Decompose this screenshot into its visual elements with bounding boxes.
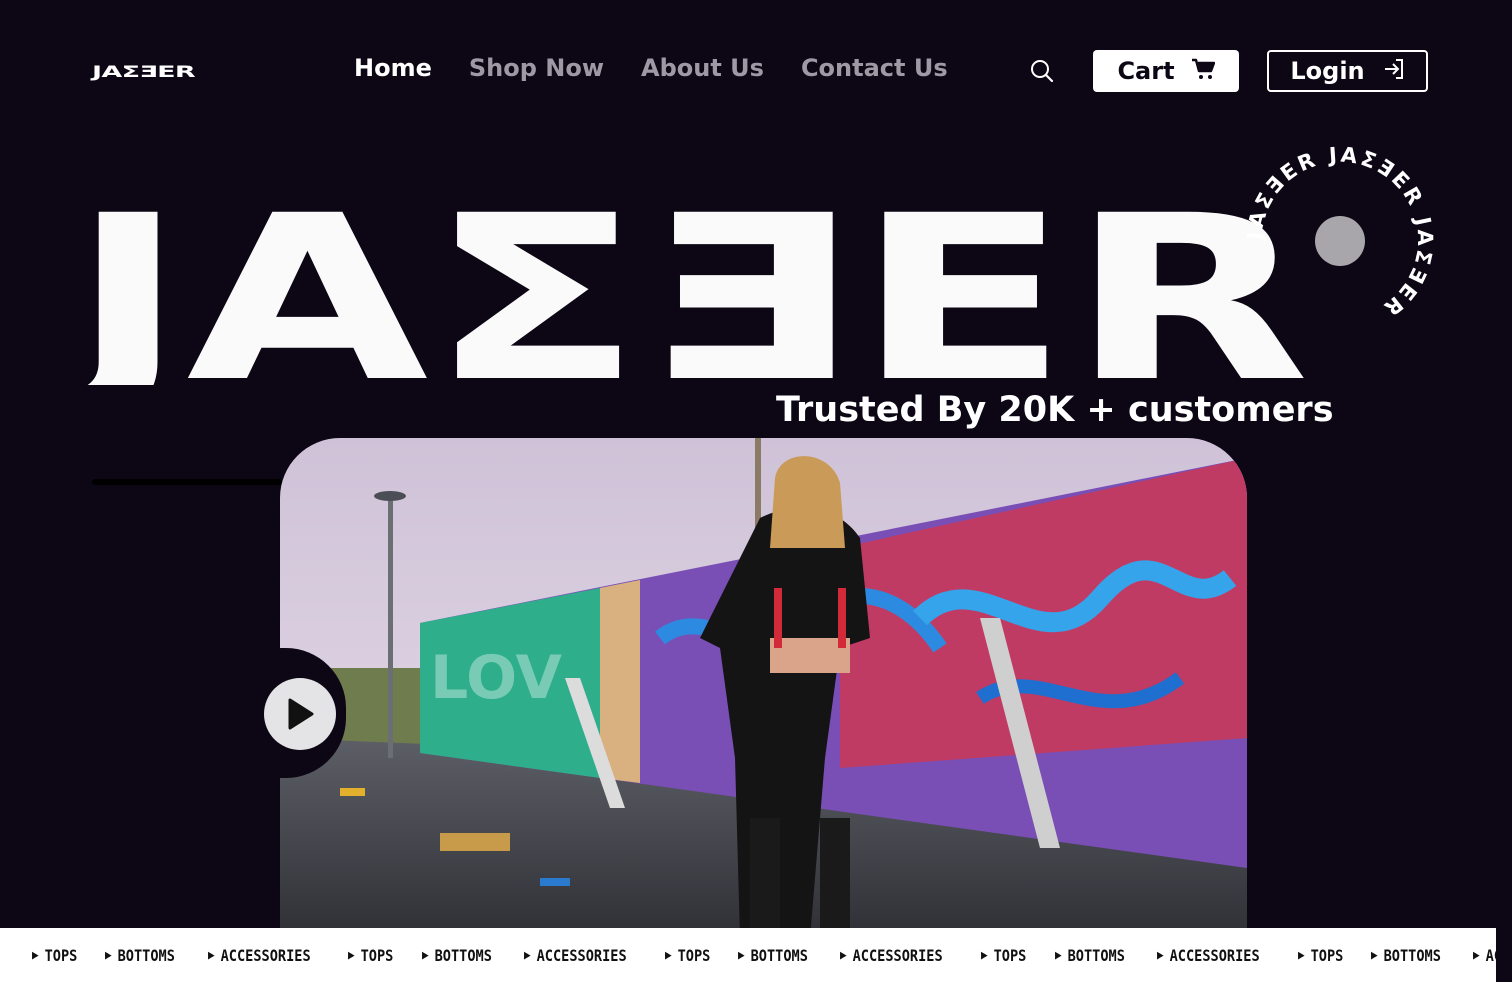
nav-contact-us-link[interactable]: Contact Us (801, 54, 948, 82)
brand-logo[interactable]: JAΣƎER (92, 62, 196, 81)
brand-badge: JAΣƎER JAΣƎER JAΣƎER (1245, 145, 1434, 322)
nav-about-us-link[interactable]: About Us (641, 54, 764, 82)
ticker-item-label: TOPS (993, 945, 1027, 965)
ticker-item-label: BOTTOMS (1383, 945, 1441, 965)
arrow-right-icon: ▶ (1371, 947, 1378, 963)
arrow-right-icon: ▶ (348, 947, 356, 963)
login-button[interactable]: Login (1267, 50, 1428, 92)
ticker-item[interactable]: ▶ TOPS (665, 946, 710, 965)
ticker-item[interactable]: ▶ ACCESSORIES (208, 946, 311, 965)
ticker-item-label: BOTTOMS (1067, 945, 1125, 965)
arrow-right-icon: ▶ (981, 947, 988, 963)
cart-button[interactable]: Cart (1093, 50, 1239, 92)
login-label: Login (1290, 57, 1365, 85)
arrow-right-icon: ▶ (32, 947, 39, 963)
ticker-item[interactable]: ▶ ACCESSORIES (1157, 946, 1260, 965)
play-icon (288, 698, 314, 730)
nav-shop-now-link[interactable]: Shop Now (469, 54, 604, 82)
arrow-right-icon: ▶ (1156, 947, 1164, 963)
ticker-item-label: BOTTOMS (434, 945, 492, 965)
hero-tagline: Trusted By 20K + customers (776, 390, 1334, 430)
ticker-item-label: ACCESSORIES (853, 945, 944, 965)
ticker-item[interactable]: ▶ BOTTOMS (105, 946, 175, 965)
ticker-item-label: TOPS (361, 945, 394, 965)
arrow-right-icon: ▶ (1473, 947, 1480, 963)
ticker-item[interactable]: ▶ BOTTOMS (422, 946, 492, 965)
arrow-right-icon: ▶ (421, 947, 429, 963)
badge-dot (1315, 216, 1365, 266)
arrow-right-icon: ▶ (105, 947, 113, 963)
arrow-right-icon: ▶ (1054, 947, 1062, 963)
ticker-item-label: TOPS (44, 945, 78, 965)
decorative-dash (92, 479, 282, 485)
ticker-item[interactable]: ▶ TOPS (1298, 946, 1343, 965)
ticker-item-label: TOPS (1310, 945, 1344, 965)
arrow-right-icon: ▶ (738, 947, 745, 963)
ticker-item[interactable]: ▶ ACCESSORIES (524, 946, 627, 965)
svg-text:LOV: LOV (430, 643, 562, 713)
login-arrow-icon (1383, 58, 1405, 85)
cart-icon (1191, 58, 1215, 85)
hero-image: LOV (280, 438, 1247, 938)
ticker-item[interactable]: ▶ BOTTOMS (1055, 946, 1125, 965)
arrow-right-icon: ▶ (664, 947, 672, 963)
ticker-item-label: TOPS (677, 945, 711, 965)
ticker-item-label: BOTTOMS (117, 945, 176, 965)
ticker-item[interactable]: ▶ ACCESSORIES (840, 946, 943, 965)
ticker-item[interactable]: ▶ BOTTOMS (738, 946, 808, 965)
ticker-item[interactable]: ▶ TOPS (348, 946, 393, 965)
ticker-item[interactable]: ▶ TOPS (32, 946, 77, 965)
arrow-right-icon: ▶ (524, 947, 531, 963)
hero-title: JAΣƎER (70, 205, 1310, 385)
ticker-item[interactable]: ▶ ACCESSORIES (1473, 946, 1496, 965)
hero-title-text: JAΣƎER (70, 205, 1310, 385)
ticker-item[interactable]: ▶ TOPS (981, 946, 1026, 965)
ticker-item-label: ACCESSORIES (1169, 945, 1260, 965)
main-nav: Home Shop Now About Us Contact Us (354, 54, 948, 82)
arrow-right-icon: ▶ (1297, 947, 1305, 963)
category-ticker: ▶ TOPS ▶ BOTTOMS ▶ ACCESSORIES ▶ TOPS ▶ BOTTOMS ▶ A… (0, 928, 1496, 982)
arrow-right-icon: ▶ (207, 947, 215, 963)
ticker-item-label: ACCESSORIES (220, 945, 311, 965)
ticker-item-label: BOTTOMS (750, 945, 809, 965)
ticker-item-label: ACCESSORIES (1485, 945, 1496, 965)
search-icon[interactable] (1029, 58, 1055, 84)
play-button[interactable] (264, 678, 336, 750)
ticker-item[interactable]: ▶ BOTTOMS (1371, 946, 1441, 965)
nav-home-link[interactable]: Home (354, 54, 432, 82)
ticker-item-label: ACCESSORIES (536, 945, 627, 965)
cart-label: Cart (1117, 57, 1175, 85)
arrow-right-icon: ▶ (840, 947, 848, 963)
